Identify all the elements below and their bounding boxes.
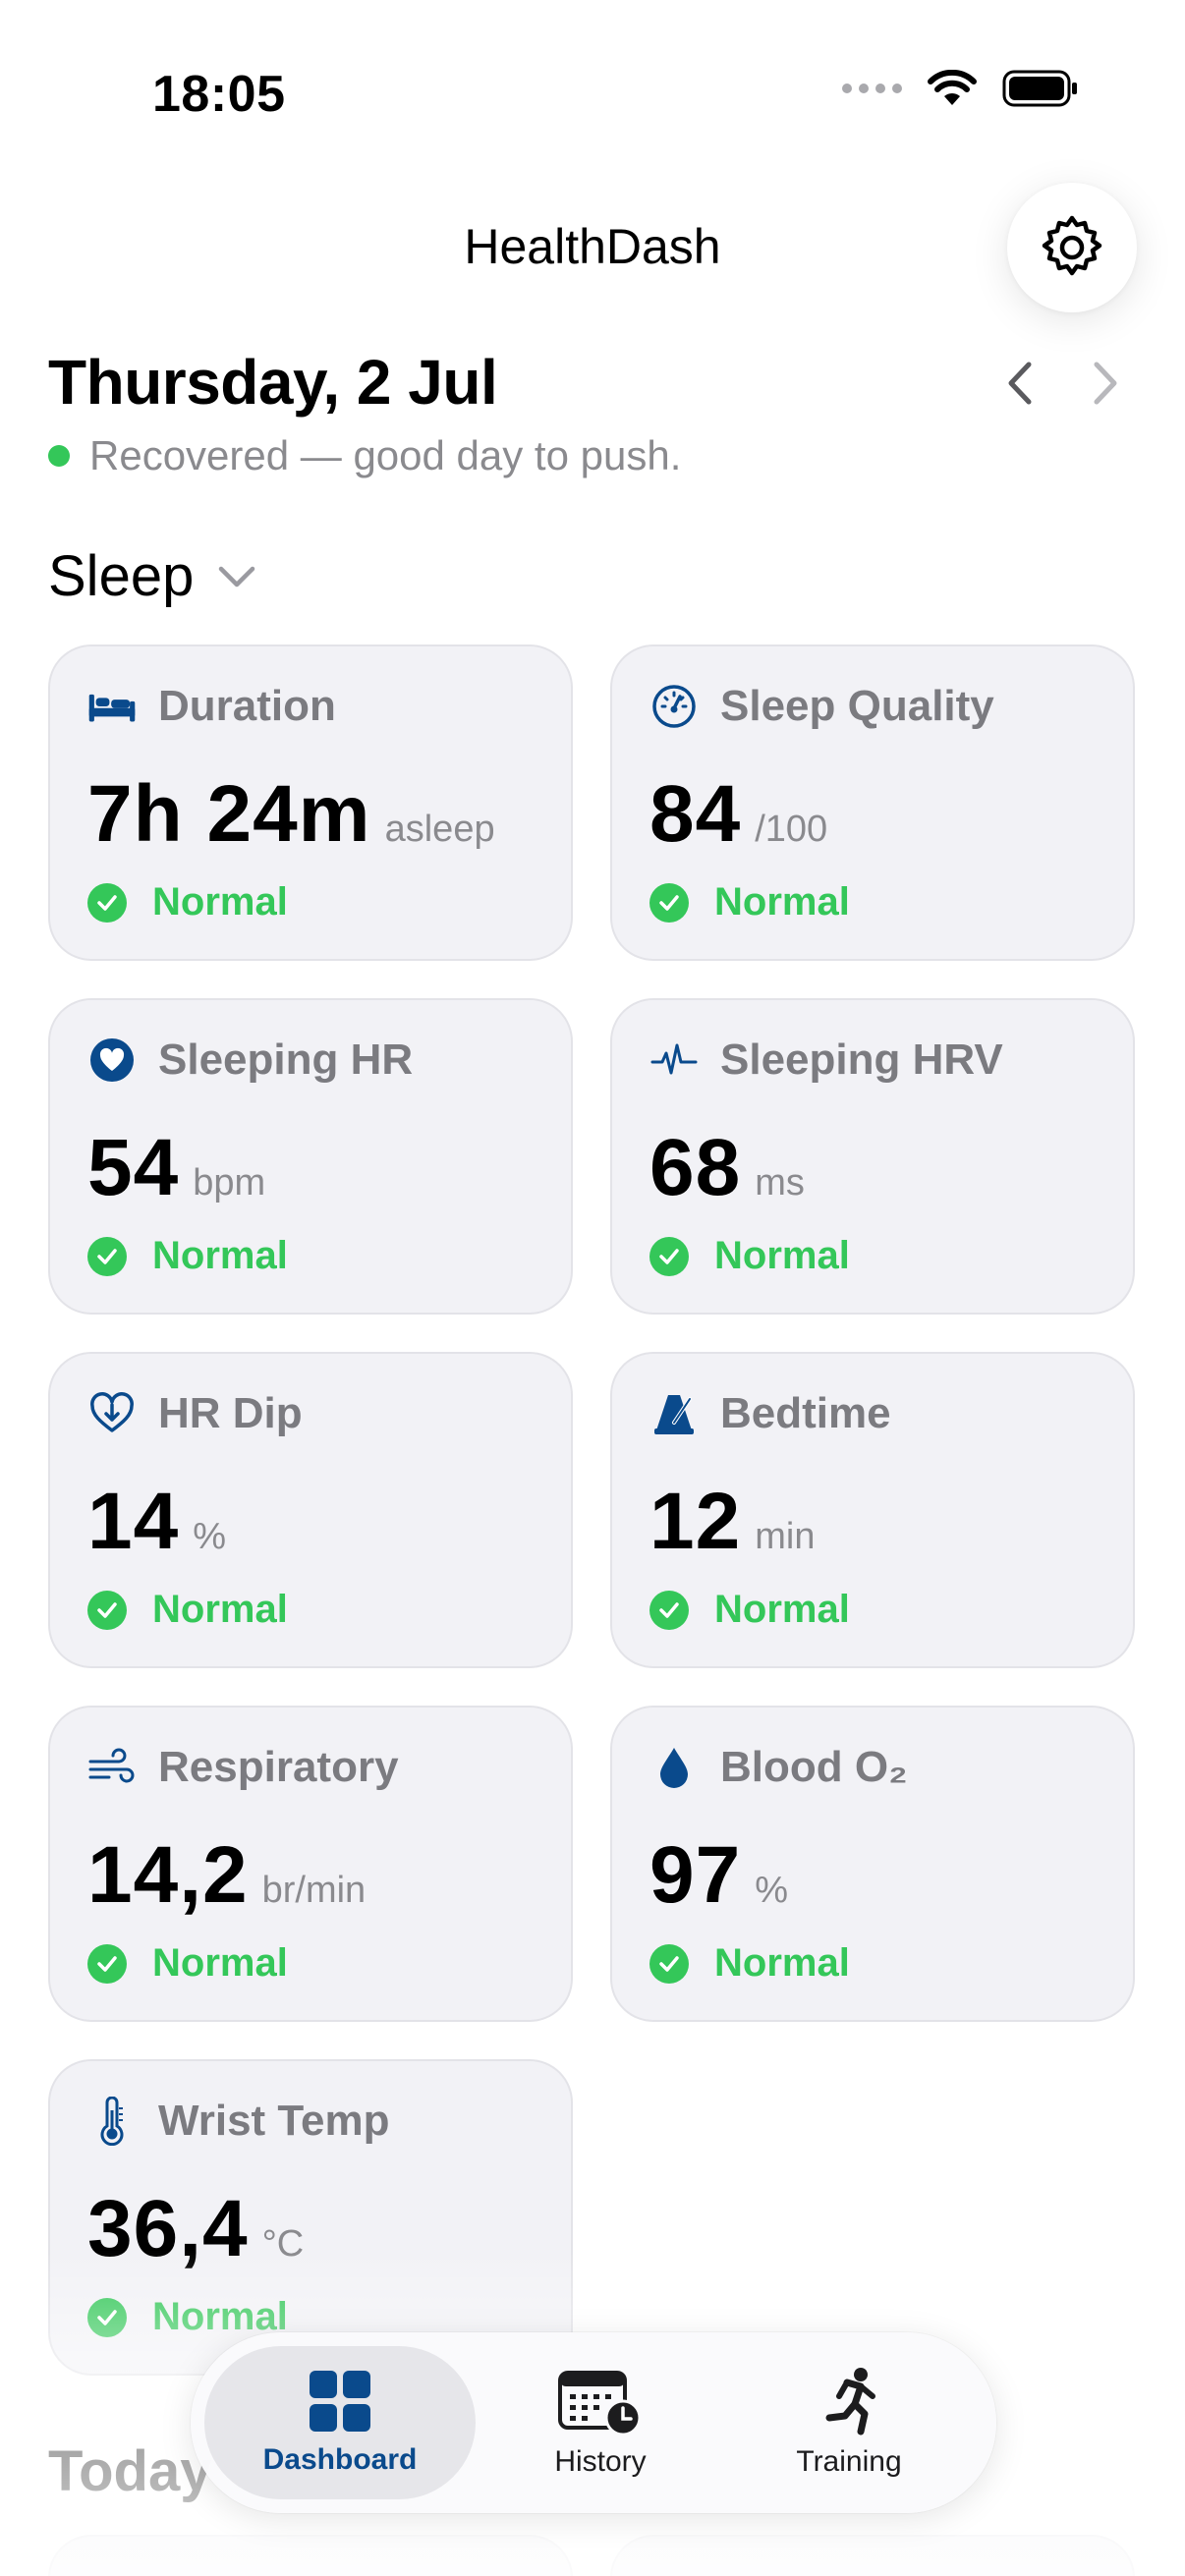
card-unit: ms: [755, 1162, 805, 1204]
metric-card-sleep-quality[interactable]: Sleep Quality 84 /100 Normal: [610, 644, 1135, 961]
card-value: 14: [87, 1477, 180, 1566]
metric-card-wrist-temp[interactable]: Wrist Temp 36,4 °C Normal: [48, 2059, 573, 2376]
metric-card-partial[interactable]: [48, 2535, 573, 2576]
wind-icon: [87, 1743, 137, 1792]
tab-label: Training: [796, 2445, 902, 2478]
thermometer-icon: [87, 2097, 137, 2146]
grid-icon: [310, 2371, 370, 2432]
previous-day-button[interactable]: [997, 356, 1043, 411]
card-value: 68: [649, 1123, 742, 1212]
card-label: Duration: [158, 682, 336, 730]
checkmark-circle-icon: [87, 2297, 127, 2337]
card-label: Sleep Quality: [720, 682, 994, 730]
metric-card-bedtime[interactable]: Bedtime 12 min Normal: [610, 1352, 1135, 1668]
card-status: Normal: [152, 880, 288, 924]
card-label: Sleeping HR: [158, 1036, 414, 1084]
next-day-button[interactable]: [1083, 356, 1128, 411]
settings-button[interactable]: [1007, 183, 1137, 312]
card-label: Wrist Temp: [158, 2097, 390, 2145]
card-label: Respiratory: [158, 1743, 399, 1791]
card-value: 84: [649, 769, 742, 859]
metric-card-sleeping-hrv[interactable]: Sleeping HRV 68 ms Normal: [610, 998, 1135, 1315]
card-status: Normal: [714, 1941, 850, 1985]
battery-icon: [1002, 70, 1077, 107]
checkmark-circle-icon: [87, 1590, 127, 1630]
card-status: Normal: [152, 1941, 288, 1985]
section-title: Sleep: [48, 544, 195, 608]
metronome-icon: [649, 1389, 699, 1438]
card-label: HR Dip: [158, 1389, 303, 1437]
recovery-status: Recovered — good day to push.: [48, 432, 681, 479]
card-status: Normal: [152, 1588, 288, 1631]
status-time: 18:05: [152, 66, 286, 123]
chevron-right-icon: [1094, 362, 1117, 405]
today-section-title: Today: [48, 2439, 212, 2503]
chevron-left-icon: [1008, 362, 1032, 405]
calendar-clock-icon: [558, 2371, 642, 2436]
card-unit: bpm: [193, 1162, 266, 1204]
checkmark-circle-icon: [87, 1236, 127, 1276]
card-value: 36,4: [87, 2184, 249, 2273]
status-icons: [842, 69, 1079, 108]
section-selector[interactable]: Sleep: [48, 543, 256, 609]
signal-dots-icon: [842, 84, 902, 93]
date-title: Thursday, 2 Jul: [48, 347, 498, 418]
tab-training[interactable]: Training: [746, 2346, 952, 2499]
checkmark-circle-icon: [87, 882, 127, 923]
card-unit: %: [755, 1870, 789, 1911]
tab-dashboard[interactable]: Dashboard: [204, 2346, 476, 2499]
chevron-down-icon: [219, 566, 255, 587]
tab-label: History: [554, 2445, 647, 2478]
card-status: Normal: [152, 1234, 288, 1277]
drop-icon: [649, 1743, 699, 1792]
checkmark-circle-icon: [649, 1590, 689, 1630]
card-unit: °C: [261, 2223, 305, 2265]
card-unit: asleep: [384, 809, 495, 850]
metric-card-partial[interactable]: [610, 2535, 1135, 2576]
metric-card-sleeping-hr[interactable]: Sleeping HR 54 bpm Normal: [48, 998, 573, 1315]
card-value: 12: [649, 1477, 742, 1566]
card-unit: br/min: [261, 1870, 367, 1911]
checkmark-circle-icon: [649, 1943, 689, 1984]
checkmark-circle-icon: [649, 1236, 689, 1276]
bed-icon: [87, 682, 137, 731]
metric-card-respiratory[interactable]: Respiratory 14,2 br/min Normal: [48, 1706, 573, 2022]
checkmark-circle-icon: [649, 882, 689, 923]
card-value: 54: [87, 1123, 180, 1212]
card-unit: %: [193, 1516, 227, 1557]
recovery-dot-icon: [48, 445, 70, 467]
wifi-icon: [928, 70, 977, 105]
gauge-icon: [649, 682, 699, 731]
card-label: Blood O₂: [720, 1743, 908, 1791]
checkmark-circle-icon: [87, 1943, 127, 1984]
card-status: Normal: [714, 1588, 850, 1631]
heart-down-icon: [87, 1389, 137, 1438]
card-label: Bedtime: [720, 1389, 891, 1437]
waveform-icon: [649, 1036, 699, 1085]
card-unit: min: [755, 1516, 816, 1557]
running-figure-icon: [825, 2368, 875, 2436]
card-status: Normal: [714, 1234, 850, 1277]
recovery-text: Recovered — good day to push.: [89, 432, 682, 478]
card-value: 97: [649, 1830, 742, 1920]
heart-icon: [87, 1036, 137, 1085]
tab-history[interactable]: History: [497, 2346, 704, 2499]
tab-label: Dashboard: [262, 2443, 418, 2476]
metric-card-duration[interactable]: Duration 7h 24m asleep Normal: [48, 644, 573, 961]
card-value: 14,2: [87, 1830, 249, 1920]
gear-icon: [1042, 215, 1102, 276]
card-unit: /100: [755, 809, 828, 850]
card-label: Sleeping HRV: [720, 1036, 1003, 1084]
metric-card-blood-oxygen[interactable]: Blood O₂ 97 % Normal: [610, 1706, 1135, 2022]
screen: 18:05 HealthDash Thursday, 2 Jul Recover…: [0, 0, 1185, 2576]
card-status: Normal: [714, 880, 850, 924]
card-value: 7h 24m: [87, 769, 371, 859]
metric-card-hr-dip[interactable]: HR Dip 14 % Normal: [48, 1352, 573, 1668]
tab-bar: Dashboard History Training: [191, 2332, 996, 2513]
